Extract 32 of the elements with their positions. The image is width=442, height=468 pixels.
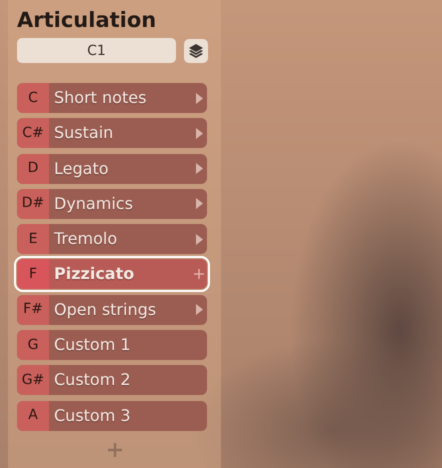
arrow-icon bbox=[196, 163, 202, 174]
articulation-item[interactable]: G Custom 1 bbox=[17, 330, 207, 360]
arrow-icon bbox=[196, 128, 202, 139]
note-label: C bbox=[17, 83, 49, 113]
key-field[interactable]: C1 bbox=[17, 38, 176, 63]
note-label: D bbox=[17, 154, 49, 184]
layers-icon bbox=[188, 42, 204, 58]
note-label: F bbox=[17, 259, 49, 290]
add-icon bbox=[108, 442, 122, 457]
articulation-item[interactable]: A Custom 3 bbox=[17, 400, 207, 431]
articulation-item[interactable]: C# Sustain bbox=[17, 118, 207, 148]
articulation-item[interactable]: F Pizzicato bbox=[17, 259, 207, 290]
note-label: C# bbox=[17, 118, 49, 148]
articulation-item[interactable]: G# Custom 2 bbox=[17, 365, 207, 396]
note-label: E bbox=[17, 224, 49, 254]
panel-title: Articulation bbox=[17, 7, 158, 34]
layers-button[interactable] bbox=[184, 38, 208, 62]
arrow-icon bbox=[196, 304, 202, 316]
note-label: G bbox=[17, 330, 49, 360]
plus-icon bbox=[194, 269, 204, 280]
arrow-icon bbox=[196, 92, 202, 104]
articulation-item[interactable]: E Tremolo bbox=[17, 224, 207, 254]
arrow-icon bbox=[196, 198, 202, 210]
articulation-item[interactable]: F# Open strings bbox=[17, 294, 207, 325]
note-label: G# bbox=[17, 365, 49, 396]
articulation-item[interactable]: C Short notes bbox=[17, 83, 207, 113]
articulation-item[interactable]: D Legato bbox=[17, 154, 207, 184]
articulation-item[interactable]: D# Dynamics bbox=[17, 188, 207, 219]
note-label: A bbox=[17, 400, 49, 431]
note-label: F# bbox=[17, 294, 49, 325]
note-label: D# bbox=[17, 188, 49, 219]
arrow-icon bbox=[196, 234, 202, 245]
